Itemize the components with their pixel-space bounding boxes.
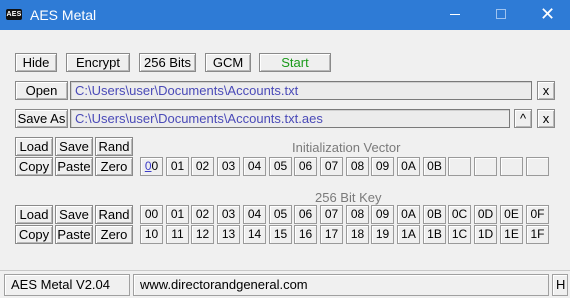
save-as-button[interactable]: Save As (15, 109, 68, 128)
minimize-button[interactable] (432, 0, 478, 30)
key-row1-byte-9[interactable]: 09 (371, 205, 394, 224)
maximize-icon (496, 9, 506, 19)
key-row1-byte-13[interactable]: 0D (474, 205, 497, 224)
status-bar: AES Metal V2.04 www.directorandgeneral.c… (0, 270, 570, 298)
key-save-button[interactable]: Save (55, 205, 93, 224)
key-row2-byte-3[interactable]: 13 (217, 225, 240, 244)
key-row2-byte-15[interactable]: 1F (526, 225, 549, 244)
key-copy-button[interactable]: Copy (15, 225, 53, 244)
key-row2-byte-14[interactable]: 1E (500, 225, 523, 244)
iv-byte-14[interactable] (500, 157, 523, 176)
close-window-button[interactable]: ✕ (524, 0, 570, 30)
key-row2-byte-8[interactable]: 18 (346, 225, 369, 244)
website-link[interactable]: www.directorandgeneral.com (133, 274, 549, 296)
key-row1-byte-3[interactable]: 03 (217, 205, 240, 224)
open-button[interactable]: Open (15, 81, 68, 100)
iv-byte-11[interactable]: 0B (423, 157, 446, 176)
iv-byte-9[interactable]: 09 (371, 157, 394, 176)
help-button[interactable]: H (552, 274, 568, 296)
key-row1-byte-7[interactable]: 07 (320, 205, 343, 224)
iv-byte-3[interactable]: 03 (217, 157, 240, 176)
close-icon: ✕ (540, 4, 556, 24)
open-path-field[interactable]: C:\Users\user\Documents\Accounts.txt (70, 81, 532, 100)
title-bar: AES AES Metal ✕ (0, 0, 570, 30)
iv-paste-button[interactable]: Paste (55, 157, 93, 176)
encrypt-button[interactable]: Encrypt (66, 53, 130, 72)
iv-byte-2[interactable]: 02 (191, 157, 214, 176)
key-row2-byte-7[interactable]: 17 (320, 225, 343, 244)
save-as-clear-button[interactable]: x (537, 109, 555, 128)
iv-rand-button[interactable]: Rand (95, 137, 133, 156)
iv-title: Initialization Vector (292, 140, 401, 155)
iv-byte-0[interactable]: 00 (140, 157, 163, 176)
save-as-path-field[interactable]: C:\Users\user\Documents\Accounts.txt.aes (70, 109, 510, 128)
open-clear-button[interactable]: x (537, 81, 555, 100)
key-row2-byte-9[interactable]: 19 (371, 225, 394, 244)
key-row1-byte-11[interactable]: 0B (423, 205, 446, 224)
version-label: AES Metal V2.04 (4, 274, 130, 296)
start-button[interactable]: Start (259, 53, 331, 72)
key-row1-byte-10[interactable]: 0A (397, 205, 420, 224)
key-row2-byte-6[interactable]: 16 (294, 225, 317, 244)
iv-byte-1[interactable]: 01 (166, 157, 189, 176)
key-title: 256 Bit Key (315, 190, 382, 205)
key-row2-byte-1[interactable]: 11 (166, 225, 189, 244)
iv-copy-button[interactable]: Copy (15, 157, 53, 176)
key-row2-byte-4[interactable]: 14 (243, 225, 266, 244)
key-row2-byte-2[interactable]: 12 (191, 225, 214, 244)
iv-byte-12[interactable] (448, 157, 471, 176)
bits-button[interactable]: 256 Bits (139, 53, 196, 72)
key-load-button[interactable]: Load (15, 205, 53, 224)
iv-byte-13[interactable] (474, 157, 497, 176)
key-row1-byte-6[interactable]: 06 (294, 205, 317, 224)
key-row2-byte-5[interactable]: 15 (269, 225, 292, 244)
key-row1-byte-2[interactable]: 02 (191, 205, 214, 224)
iv-byte-7[interactable]: 07 (320, 157, 343, 176)
key-row2-byte-13[interactable]: 1D (474, 225, 497, 244)
key-row2-byte-12[interactable]: 1C (448, 225, 471, 244)
key-row2-byte-0[interactable]: 10 (140, 225, 163, 244)
minimize-icon (450, 14, 460, 15)
iv-zero-button[interactable]: Zero (95, 157, 133, 176)
iv-byte-8[interactable]: 08 (346, 157, 369, 176)
mode-button[interactable]: GCM (205, 53, 251, 72)
iv-byte-15[interactable] (526, 157, 549, 176)
iv-byte-10[interactable]: 0A (397, 157, 420, 176)
key-rand-button[interactable]: Rand (95, 205, 133, 224)
window-title: AES Metal (30, 7, 97, 23)
key-row1-byte-12[interactable]: 0C (448, 205, 471, 224)
key-row1-byte-8[interactable]: 08 (346, 205, 369, 224)
save-as-up-button[interactable]: ^ (514, 109, 532, 128)
iv-byte-4[interactable]: 04 (243, 157, 266, 176)
iv-load-button[interactable]: Load (15, 137, 53, 156)
app-icon: AES (6, 9, 22, 20)
key-zero-button[interactable]: Zero (95, 225, 133, 244)
key-row1-byte-5[interactable]: 05 (269, 205, 292, 224)
iv-save-button[interactable]: Save (55, 137, 93, 156)
key-row1-byte-15[interactable]: 0F (526, 205, 549, 224)
key-row2-byte-10[interactable]: 1A (397, 225, 420, 244)
key-row1-byte-4[interactable]: 04 (243, 205, 266, 224)
key-row1-byte-0[interactable]: 00 (140, 205, 163, 224)
hide-button[interactable]: Hide (15, 53, 57, 72)
key-row2-byte-11[interactable]: 1B (423, 225, 446, 244)
iv-byte-5[interactable]: 05 (269, 157, 292, 176)
maximize-button[interactable] (478, 0, 524, 30)
key-row1-byte-14[interactable]: 0E (500, 205, 523, 224)
iv-byte-6[interactable]: 06 (294, 157, 317, 176)
key-row1-byte-1[interactable]: 01 (166, 205, 189, 224)
key-paste-button[interactable]: Paste (55, 225, 93, 244)
